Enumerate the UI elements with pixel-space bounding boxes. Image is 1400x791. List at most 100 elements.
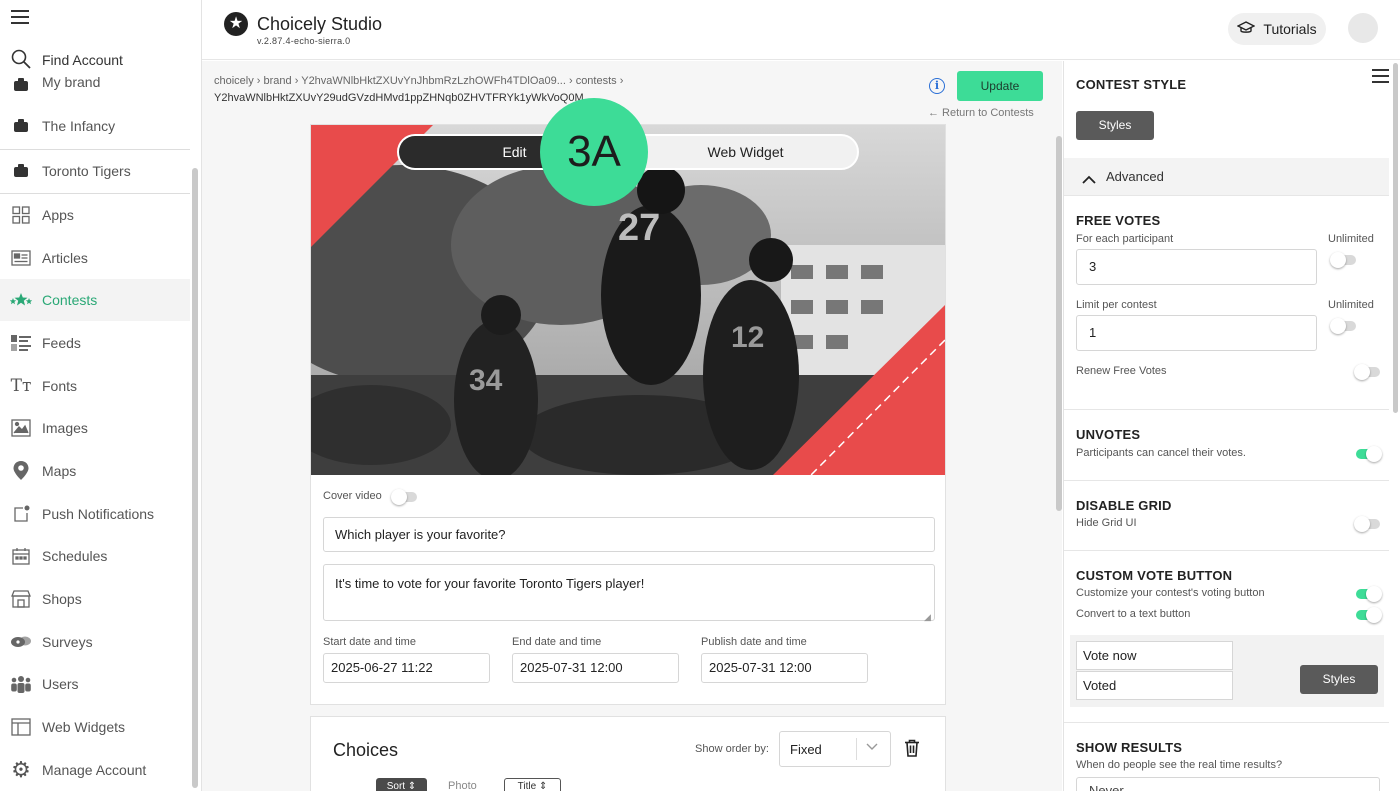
sidebar-item-maps[interactable]: Maps: [0, 450, 190, 492]
advanced-section-toggle[interactable]: Advanced: [1064, 158, 1389, 196]
sidebar-item-the-infancy[interactable]: The Infancy: [0, 105, 190, 147]
sidebar-item-label: Articles: [42, 250, 88, 266]
push-notification-icon: [10, 503, 32, 525]
unvotes-toggle[interactable]: [1356, 446, 1382, 462]
sidebar-item-toronto-tigers[interactable]: Toronto Tigers: [0, 150, 190, 192]
end-date-label: End date and time: [512, 636, 602, 648]
svg-text:12: 12: [731, 321, 764, 354]
resize-handle-icon[interactable]: ◢: [924, 609, 931, 625]
disable-grid-toggle[interactable]: [1354, 516, 1380, 532]
cover-video-toggle[interactable]: [391, 489, 417, 505]
convert-text-button-label: Convert to a text button: [1076, 608, 1191, 620]
start-date-input[interactable]: 2025-06-27 11:22: [323, 653, 490, 683]
sidebar-scrollbar[interactable]: [192, 168, 198, 788]
info-icon[interactable]: i: [929, 78, 945, 94]
sort-label: Sort: [386, 781, 406, 791]
customize-vote-toggle[interactable]: [1356, 586, 1382, 602]
sidebar-item-label: Maps: [42, 463, 77, 479]
sidebar-item-web-widgets[interactable]: Web Widgets: [0, 706, 190, 748]
convert-text-button-toggle[interactable]: [1356, 607, 1382, 623]
description-textarea[interactable]: It's time to vote for your favorite Toro…: [323, 564, 935, 622]
find-account-label: Find Account: [42, 52, 123, 68]
question-input[interactable]: Which player is your favorite?: [323, 517, 935, 552]
publish-date-input[interactable]: 2025-07-31 12:00: [701, 653, 868, 683]
unlimited-label: Unlimited: [1328, 299, 1374, 311]
sidebar-item-shops[interactable]: Shops: [0, 578, 190, 620]
map-pin-icon: [10, 460, 32, 482]
show-results-description: When do people see the real time results…: [1076, 759, 1283, 771]
sidebar-item-apps[interactable]: Apps: [0, 194, 190, 236]
apps-grid-icon: [10, 204, 32, 226]
each-participant-input[interactable]: 3: [1076, 249, 1317, 285]
avatar[interactable]: [1348, 13, 1378, 43]
sidebar-item-manage-account[interactable]: ⚙ Manage Account: [0, 749, 190, 791]
contest-style-panel: CONTEST STYLE Styles Advanced FREE VOTES…: [1063, 61, 1400, 791]
show-results-select[interactable]: Never: [1076, 777, 1380, 791]
sidebar-item-contests[interactable]: Contests: [0, 279, 190, 321]
sidebar-item-feeds[interactable]: Feeds: [0, 322, 190, 364]
show-results-title: SHOW RESULTS: [1076, 740, 1183, 755]
vote-now-input[interactable]: Vote now: [1076, 641, 1233, 670]
panel-scrollbar[interactable]: [1393, 63, 1398, 413]
each-participant-label: For each participant: [1076, 233, 1174, 245]
graduation-cap-icon: [1236, 20, 1256, 38]
panel-menu-icon[interactable]: [1372, 69, 1389, 83]
return-to-contests-link[interactable]: ← Return to Contests: [928, 107, 1034, 119]
svg-text:27: 27: [618, 207, 660, 249]
search-icon: [10, 48, 32, 70]
section-divider: [1064, 550, 1389, 551]
sidebar-item-label: Apps: [42, 207, 74, 223]
order-select[interactable]: Fixed: [779, 731, 891, 767]
unlimited-limit-toggle[interactable]: [1330, 318, 1356, 334]
custom-vote-button-title: CUSTOM VOTE BUTTON: [1076, 568, 1233, 583]
tutorials-label: Tutorials: [1263, 21, 1317, 37]
tutorials-button[interactable]: Tutorials: [1228, 13, 1326, 45]
update-button[interactable]: Update: [957, 71, 1043, 101]
choicely-logo-icon: ★: [224, 12, 248, 36]
voted-input[interactable]: Voted: [1076, 671, 1233, 700]
unlimited-each-toggle[interactable]: [1330, 252, 1356, 268]
sidebar-item-fonts[interactable]: Tт Fonts: [0, 365, 190, 407]
shop-icon: [10, 588, 32, 610]
chevron-down-icon: [866, 740, 878, 754]
contest-styles-button[interactable]: Styles: [1076, 111, 1154, 140]
sidebar-item-label: My brand: [42, 74, 101, 90]
sidebar-item-label: Toronto Tigers: [42, 163, 131, 179]
breadcrumb-current: Y2hvaWNlbHktZXUvY29udGVzdHMvd1ppZHNqb0ZH…: [214, 92, 584, 104]
sidebar-item-articles[interactable]: Articles: [0, 237, 190, 279]
contest-editor-card: 27 34 12 Edit Web Widget Cover video Whi…: [310, 124, 946, 705]
sidebar-item-label: Feeds: [42, 335, 81, 351]
sidebar-item-label: Contests: [42, 292, 98, 308]
publish-date-label: Publish date and time: [701, 636, 807, 648]
sidebar-item-images[interactable]: Images: [0, 407, 190, 449]
sort-button[interactable]: Sort ⇕: [376, 778, 427, 791]
choices-card: Choices Show order by: Fixed Sort ⇕ Phot…: [310, 716, 946, 791]
select-separator: [856, 738, 857, 760]
find-account[interactable]: Find Account: [0, 44, 201, 74]
sidebar-item-surveys[interactable]: Surveys: [0, 621, 190, 663]
end-date-input[interactable]: 2025-07-31 12:00: [512, 653, 679, 683]
main-scrollbar[interactable]: [1056, 136, 1062, 511]
section-divider: [1064, 722, 1389, 723]
breadcrumb: choicely › brand › Y2hvaWNlbHktZXUvYnJhb…: [214, 73, 914, 107]
svg-text:34: 34: [469, 364, 503, 397]
breadcrumb-path[interactable]: choicely › brand › Y2hvaWNlbHktZXUvYnJhb…: [214, 73, 914, 90]
limit-per-contest-input[interactable]: 1: [1076, 315, 1317, 351]
sidebar-item-push-notifications[interactable]: Push Notifications: [0, 493, 190, 535]
hamburger-menu-icon[interactable]: [11, 10, 29, 26]
tab-web-widget[interactable]: Web Widget: [630, 136, 857, 168]
title-sort-select[interactable]: Title ⇕: [504, 778, 561, 791]
renew-free-votes-label: Renew Free Votes: [1076, 365, 1167, 377]
brand-icon: [10, 160, 32, 182]
articles-icon: [10, 247, 32, 269]
sidebar-item-schedules[interactable]: Schedules: [0, 535, 190, 577]
vote-button-styles-button[interactable]: Styles: [1300, 665, 1378, 694]
contests-icon: [10, 289, 32, 311]
customize-vote-label: Customize your contest's voting button: [1076, 587, 1265, 599]
step-badge: 3A: [540, 98, 648, 206]
top-bar: ★ Choicely Studio v.2.87.4-echo-sierra.0…: [202, 0, 1400, 60]
trash-icon[interactable]: [904, 739, 920, 762]
renew-free-votes-toggle[interactable]: [1354, 364, 1380, 380]
images-icon: [10, 417, 32, 439]
sidebar-item-users[interactable]: Users: [0, 663, 190, 705]
